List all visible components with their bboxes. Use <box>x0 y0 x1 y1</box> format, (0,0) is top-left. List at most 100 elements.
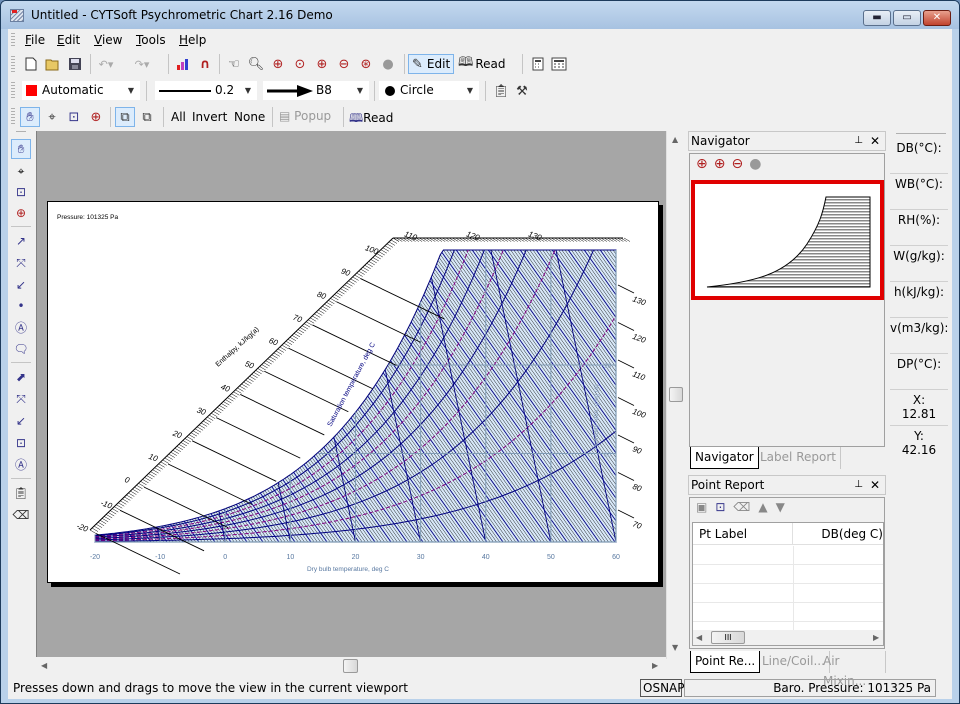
crosshair-tool-button[interactable]: ⌖ <box>42 107 62 127</box>
menu-tools[interactable]: Tools <box>136 33 166 47</box>
pan-tool[interactable]: ✋︎ <box>11 139 31 159</box>
new-point-tool[interactable]: ⊡ <box>11 433 31 453</box>
zoom-box-tool-button[interactable]: ⊡ <box>64 107 84 127</box>
zoom-tool-button[interactable]: ⊕ <box>86 107 106 127</box>
point-report-grid[interactable]: Pt Label DB(deg C) ◀ III ▶ <box>692 522 884 646</box>
vertical-scrollbar[interactable]: ▲ ▼ <box>666 131 684 659</box>
zoom-selection-button[interactable]: ⊛ <box>356 54 376 74</box>
psychrometric-chart[interactable]: -20 -10 0 10 20 30 40 50 60 Dry bulb temperature,… <box>48 202 660 584</box>
edit-mode-button[interactable]: ✎ Edit <box>408 54 454 74</box>
horizontal-scroll-thumb[interactable] <box>343 659 358 673</box>
zoom-in-out-button[interactable]: 🔍︎ <box>246 54 266 74</box>
menu-view[interactable]: View <box>94 33 122 47</box>
navigator-preview[interactable] <box>691 180 884 300</box>
point-tool[interactable]: • <box>11 296 31 316</box>
toolbar-grip[interactable] <box>11 82 15 98</box>
move-up-icon[interactable]: ▲ <box>758 500 775 514</box>
close-icon[interactable]: ✕ <box>870 132 880 150</box>
color-select[interactable]: Automatic ▼ <box>21 80 141 101</box>
zoom-previous-icon[interactable]: ● <box>749 156 767 172</box>
process-line-tool[interactable]: ⤧ <box>11 253 31 273</box>
scroll-down-icon[interactable]: ▼ <box>672 643 678 652</box>
grid-scroll-thumb[interactable]: III <box>711 631 745 644</box>
scroll-left-icon[interactable]: ◀ <box>41 661 47 670</box>
menu-edit[interactable]: Edit <box>57 33 80 47</box>
vertical-scroll-thumb[interactable] <box>669 387 683 402</box>
tab-label-report[interactable]: Label Report <box>756 447 841 469</box>
properties-button[interactable]: 📋︎ <box>491 81 511 101</box>
scroll-right-icon[interactable]: ▶ <box>873 633 879 642</box>
select-inside-button[interactable]: ⧉ <box>137 107 157 127</box>
marker-select[interactable]: Circle ▼ <box>378 80 480 101</box>
select-overlap-button[interactable]: ⧉ <box>115 107 135 127</box>
zoom-in-icon[interactable]: ⊕ <box>714 156 732 172</box>
save-button[interactable] <box>65 54 85 74</box>
comment-tool[interactable]: 🗨︎ <box>11 339 31 359</box>
new-point-icon[interactable]: ⊡ <box>715 500 733 514</box>
properties-tool[interactable]: 📋︎ <box>11 483 31 503</box>
redo-button[interactable]: ↷▾ <box>132 54 152 74</box>
column-header-pt-label[interactable]: Pt Label <box>693 523 793 545</box>
zoom-extents-button[interactable]: ⊕ <box>268 54 288 74</box>
invert-selection-button[interactable]: Invert <box>192 110 227 124</box>
line-tool[interactable]: ↗ <box>11 231 31 251</box>
zoom-extents-icon[interactable]: ⊕ <box>696 156 714 172</box>
maximize-button[interactable]: ▭ <box>893 10 921 26</box>
crosshair-tool[interactable]: ⌖ <box>11 161 31 181</box>
tab-navigator[interactable]: Navigator <box>690 447 759 469</box>
zoom-window-button[interactable]: ⊙ <box>290 54 310 74</box>
label-tool[interactable]: Ⓐ <box>11 317 31 337</box>
new-curve-tool[interactable]: ↙ <box>11 411 31 431</box>
arrow-style-select[interactable]: B8 ▼ <box>262 80 370 101</box>
tab-point-report[interactable]: Point Re... <box>690 651 761 673</box>
read-button[interactable]: 🕮︎Read <box>349 109 393 130</box>
pan-tool-button[interactable]: ✋︎ <box>20 107 40 127</box>
horizontal-scrollbar[interactable]: ◀ ▶ <box>36 657 666 675</box>
batch-calculator-button[interactable] <box>549 54 569 74</box>
scroll-right-icon[interactable]: ▶ <box>652 661 658 670</box>
zoom-tool[interactable]: ⊕ <box>11 203 31 223</box>
properties-icon[interactable]: ▣ <box>696 500 715 514</box>
new-label-tool[interactable]: Ⓐ <box>11 454 31 474</box>
calculator-button[interactable] <box>528 54 548 74</box>
zoom-in-button[interactable]: ⊕ <box>312 54 332 74</box>
pin-icon[interactable]: ⊥ <box>854 476 863 494</box>
select-all-button[interactable]: All <box>171 110 186 124</box>
curve-tool[interactable]: ↙ <box>11 275 31 295</box>
move-down-icon[interactable]: ▼ <box>776 500 793 514</box>
new-process-tool[interactable]: ⤧ <box>11 389 31 409</box>
toolbar-grip[interactable] <box>11 56 15 72</box>
undo-button[interactable]: ↶▾ <box>96 54 116 74</box>
zoom-previous-button[interactable]: ● <box>378 54 398 74</box>
zoom-out-button[interactable]: ⊖ <box>334 54 354 74</box>
pin-icon[interactable]: ⊥ <box>854 132 863 150</box>
tools-button[interactable]: ⚒ <box>512 81 532 101</box>
line-width-select[interactable]: 0.2 ▼ <box>154 80 258 101</box>
panel-grip[interactable] <box>896 133 946 136</box>
scroll-left-icon[interactable]: ◀ <box>696 633 702 642</box>
open-file-button[interactable] <box>43 54 63 74</box>
select-none-button[interactable]: None <box>234 110 265 124</box>
menu-help[interactable]: Help <box>179 33 206 47</box>
new-file-button[interactable] <box>21 54 41 74</box>
menu-grip[interactable] <box>11 33 15 47</box>
osnap-indicator[interactable]: OSNAP <box>640 679 684 697</box>
chart-viewport[interactable]: -20 -10 0 10 20 30 40 50 60 Dry bulb temperature,… <box>36 131 666 675</box>
toolbar-grip[interactable] <box>11 108 15 124</box>
toolbar-grip[interactable] <box>16 131 26 134</box>
popup-button[interactable]: ▤ Popup <box>279 109 331 123</box>
scroll-up-icon[interactable]: ▲ <box>672 135 678 144</box>
zoom-out-icon[interactable]: ⊖ <box>731 156 749 172</box>
column-header-db[interactable]: DB(deg C) <box>793 523 883 545</box>
read-mode-button[interactable]: 🕮︎ Read <box>458 54 508 74</box>
minimize-button[interactable]: ▬ <box>863 10 891 26</box>
grid-horizontal-scrollbar[interactable]: ◀ III ▶ <box>693 630 883 645</box>
snap-button[interactable]: ∩ <box>195 54 215 74</box>
close-button[interactable]: ✕ <box>923 10 951 26</box>
tab-air-mixing[interactable]: Air Mixin... <box>819 651 886 688</box>
eraser-icon[interactable]: ⌫ <box>733 500 758 514</box>
close-icon[interactable]: ✕ <box>870 476 880 494</box>
eraser-tool[interactable]: ⌫ <box>11 505 31 525</box>
pan-zoom-button[interactable]: ☜ <box>224 54 244 74</box>
zoom-box-tool[interactable]: ⊡ <box>11 182 31 202</box>
